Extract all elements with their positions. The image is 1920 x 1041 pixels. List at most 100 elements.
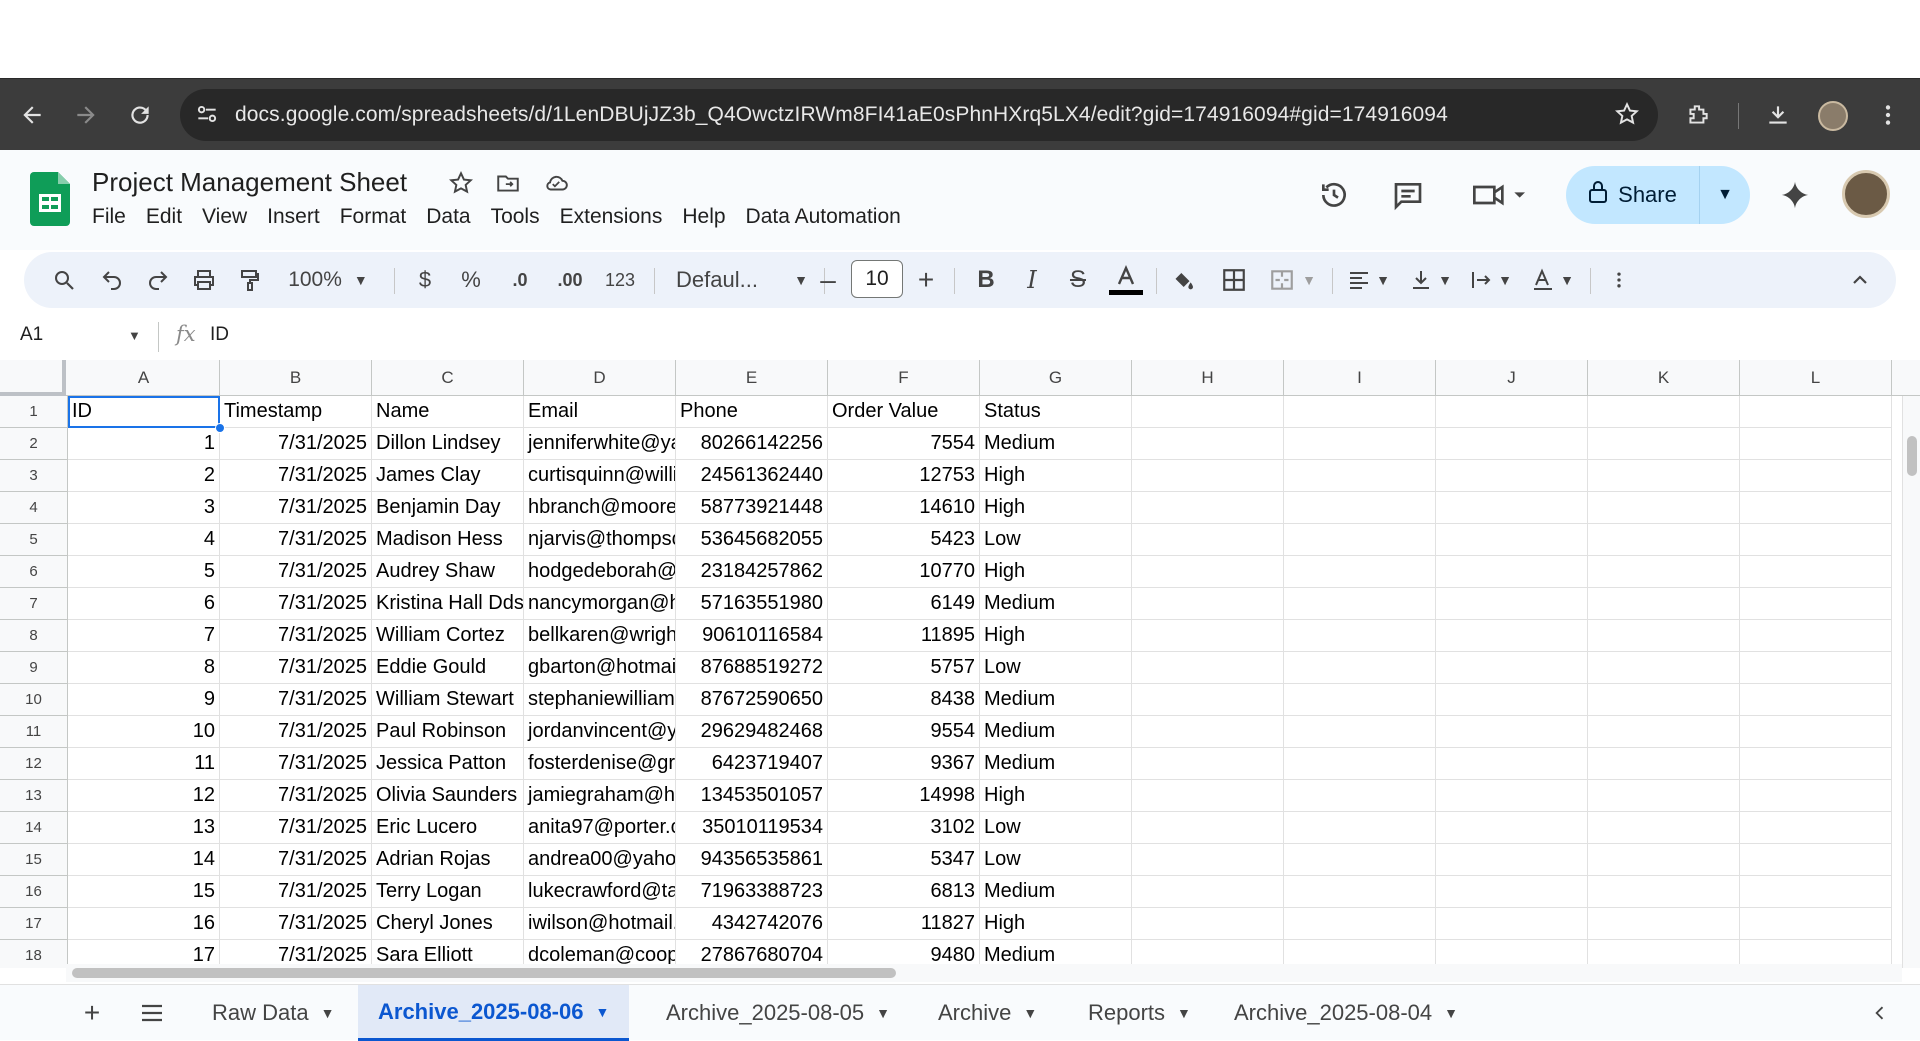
cell-i5[interactable]: [1284, 524, 1436, 556]
more-options-icon[interactable]: [1604, 252, 1634, 308]
percent-format-button[interactable]: %: [456, 252, 486, 308]
cell-g9[interactable]: Low: [980, 652, 1132, 684]
vertical-scroll-thumb[interactable]: [1907, 436, 1917, 476]
cell-h15[interactable]: [1132, 844, 1284, 876]
cell-l3[interactable]: [1740, 460, 1892, 492]
row-header[interactable]: 12: [0, 748, 68, 780]
cell-a9[interactable]: 8: [68, 652, 220, 684]
cell-l2[interactable]: [1740, 428, 1892, 460]
cell-e12[interactable]: 6423719407: [676, 748, 828, 780]
cell-g4[interactable]: High: [980, 492, 1132, 524]
row-header[interactable]: 11: [0, 716, 68, 748]
cell-i11[interactable]: [1284, 716, 1436, 748]
cell-h5[interactable]: [1132, 524, 1284, 556]
column-header-h[interactable]: H: [1132, 360, 1284, 396]
cell-e7[interactable]: 57163551980: [676, 588, 828, 620]
cell-e4[interactable]: 58773921448: [676, 492, 828, 524]
text-color-icon[interactable]: [1106, 252, 1146, 308]
cell-k9[interactable]: [1588, 652, 1740, 684]
cell-b8[interactable]: 7/31/2025: [220, 620, 372, 652]
cell-e1[interactable]: Phone: [676, 396, 828, 428]
sheet-tab[interactable]: Reports ▼: [1068, 985, 1211, 1041]
cell-d10[interactable]: stephaniewilliam: [524, 684, 676, 716]
text-rotation-icon[interactable]: ▼: [1524, 252, 1580, 308]
cell-e15[interactable]: 94356535861: [676, 844, 828, 876]
cell-g12[interactable]: Medium: [980, 748, 1132, 780]
row-header[interactable]: 14: [0, 812, 68, 844]
cell-j15[interactable]: [1436, 844, 1588, 876]
account-avatar[interactable]: [1842, 170, 1890, 218]
cell-h14[interactable]: [1132, 812, 1284, 844]
cell-a8[interactable]: 7: [68, 620, 220, 652]
menu-tools[interactable]: Tools: [491, 205, 552, 229]
cell-c9[interactable]: Eddie Gould: [372, 652, 524, 684]
cell-k14[interactable]: [1588, 812, 1740, 844]
cell-e9[interactable]: 87688519272: [676, 652, 828, 684]
cell-g11[interactable]: Medium: [980, 716, 1132, 748]
cell-d2[interactable]: jenniferwhite@ya: [524, 428, 676, 460]
borders-icon[interactable]: [1214, 252, 1254, 308]
extensions-icon[interactable]: [1682, 99, 1714, 131]
menu-insert[interactable]: Insert: [267, 205, 332, 229]
cell-b10[interactable]: 7/31/2025: [220, 684, 372, 716]
cell-h7[interactable]: [1132, 588, 1284, 620]
cell-j11[interactable]: [1436, 716, 1588, 748]
cell-b5[interactable]: 7/31/2025: [220, 524, 372, 556]
cell-h13[interactable]: [1132, 780, 1284, 812]
cell-k10[interactable]: [1588, 684, 1740, 716]
cell-f15[interactable]: 5347: [828, 844, 980, 876]
increase-font-size-icon[interactable]: +: [908, 252, 944, 308]
cell-a16[interactable]: 15: [68, 876, 220, 908]
cell-i2[interactable]: [1284, 428, 1436, 460]
italic-icon[interactable]: I: [1014, 252, 1050, 308]
column-header-d[interactable]: D: [524, 360, 676, 396]
column-header-c[interactable]: C: [372, 360, 524, 396]
cell-l17[interactable]: [1740, 908, 1892, 940]
cell-h16[interactable]: [1132, 876, 1284, 908]
move-folder-icon[interactable]: [494, 170, 522, 203]
cell-l11[interactable]: [1740, 716, 1892, 748]
cell-c15[interactable]: Adrian Rojas: [372, 844, 524, 876]
cell-k4[interactable]: [1588, 492, 1740, 524]
cell-j12[interactable]: [1436, 748, 1588, 780]
sheet-tab[interactable]: Archive_2025-08-06 ▼: [358, 985, 630, 1041]
cell-i15[interactable]: [1284, 844, 1436, 876]
bold-icon[interactable]: B: [968, 252, 1004, 308]
chevron-down-icon[interactable]: ▼: [128, 328, 141, 343]
cell-l13[interactable]: [1740, 780, 1892, 812]
cell-f9[interactable]: 5757: [828, 652, 980, 684]
strikethrough-icon[interactable]: S: [1060, 252, 1096, 308]
cell-g13[interactable]: High: [980, 780, 1132, 812]
cell-e14[interactable]: 35010119534: [676, 812, 828, 844]
cell-c12[interactable]: Jessica Patton: [372, 748, 524, 780]
cell-c8[interactable]: William Cortez: [372, 620, 524, 652]
name-box[interactable]: A1: [20, 324, 43, 346]
cell-k11[interactable]: [1588, 716, 1740, 748]
menu-help[interactable]: Help: [682, 205, 737, 229]
paint-format-icon[interactable]: [232, 252, 268, 308]
browser-menu-icon[interactable]: [1872, 99, 1904, 131]
cell-k2[interactable]: [1588, 428, 1740, 460]
cell-h9[interactable]: [1132, 652, 1284, 684]
chevron-down-icon[interactable]: ▼: [1177, 1005, 1191, 1021]
cell-f6[interactable]: 10770: [828, 556, 980, 588]
cell-c13[interactable]: Olivia Saunders: [372, 780, 524, 812]
cell-a12[interactable]: 11: [68, 748, 220, 780]
cell-b14[interactable]: 7/31/2025: [220, 812, 372, 844]
sheet-tab[interactable]: Archive_2025-08-04 ▼: [1214, 985, 1478, 1041]
cell-c11[interactable]: Paul Robinson: [372, 716, 524, 748]
cell-i12[interactable]: [1284, 748, 1436, 780]
cell-b4[interactable]: 7/31/2025: [220, 492, 372, 524]
cell-f4[interactable]: 14610: [828, 492, 980, 524]
cell-a6[interactable]: 5: [68, 556, 220, 588]
menu-format[interactable]: Format: [340, 205, 419, 229]
cell-i3[interactable]: [1284, 460, 1436, 492]
cell-b1[interactable]: Timestamp: [220, 396, 372, 428]
cell-k3[interactable]: [1588, 460, 1740, 492]
cell-b9[interactable]: 7/31/2025: [220, 652, 372, 684]
column-header-j[interactable]: J: [1436, 360, 1588, 396]
cell-b17[interactable]: 7/31/2025: [220, 908, 372, 940]
cell-g2[interactable]: Medium: [980, 428, 1132, 460]
cell-f11[interactable]: 9554: [828, 716, 980, 748]
cell-c16[interactable]: Terry Logan: [372, 876, 524, 908]
